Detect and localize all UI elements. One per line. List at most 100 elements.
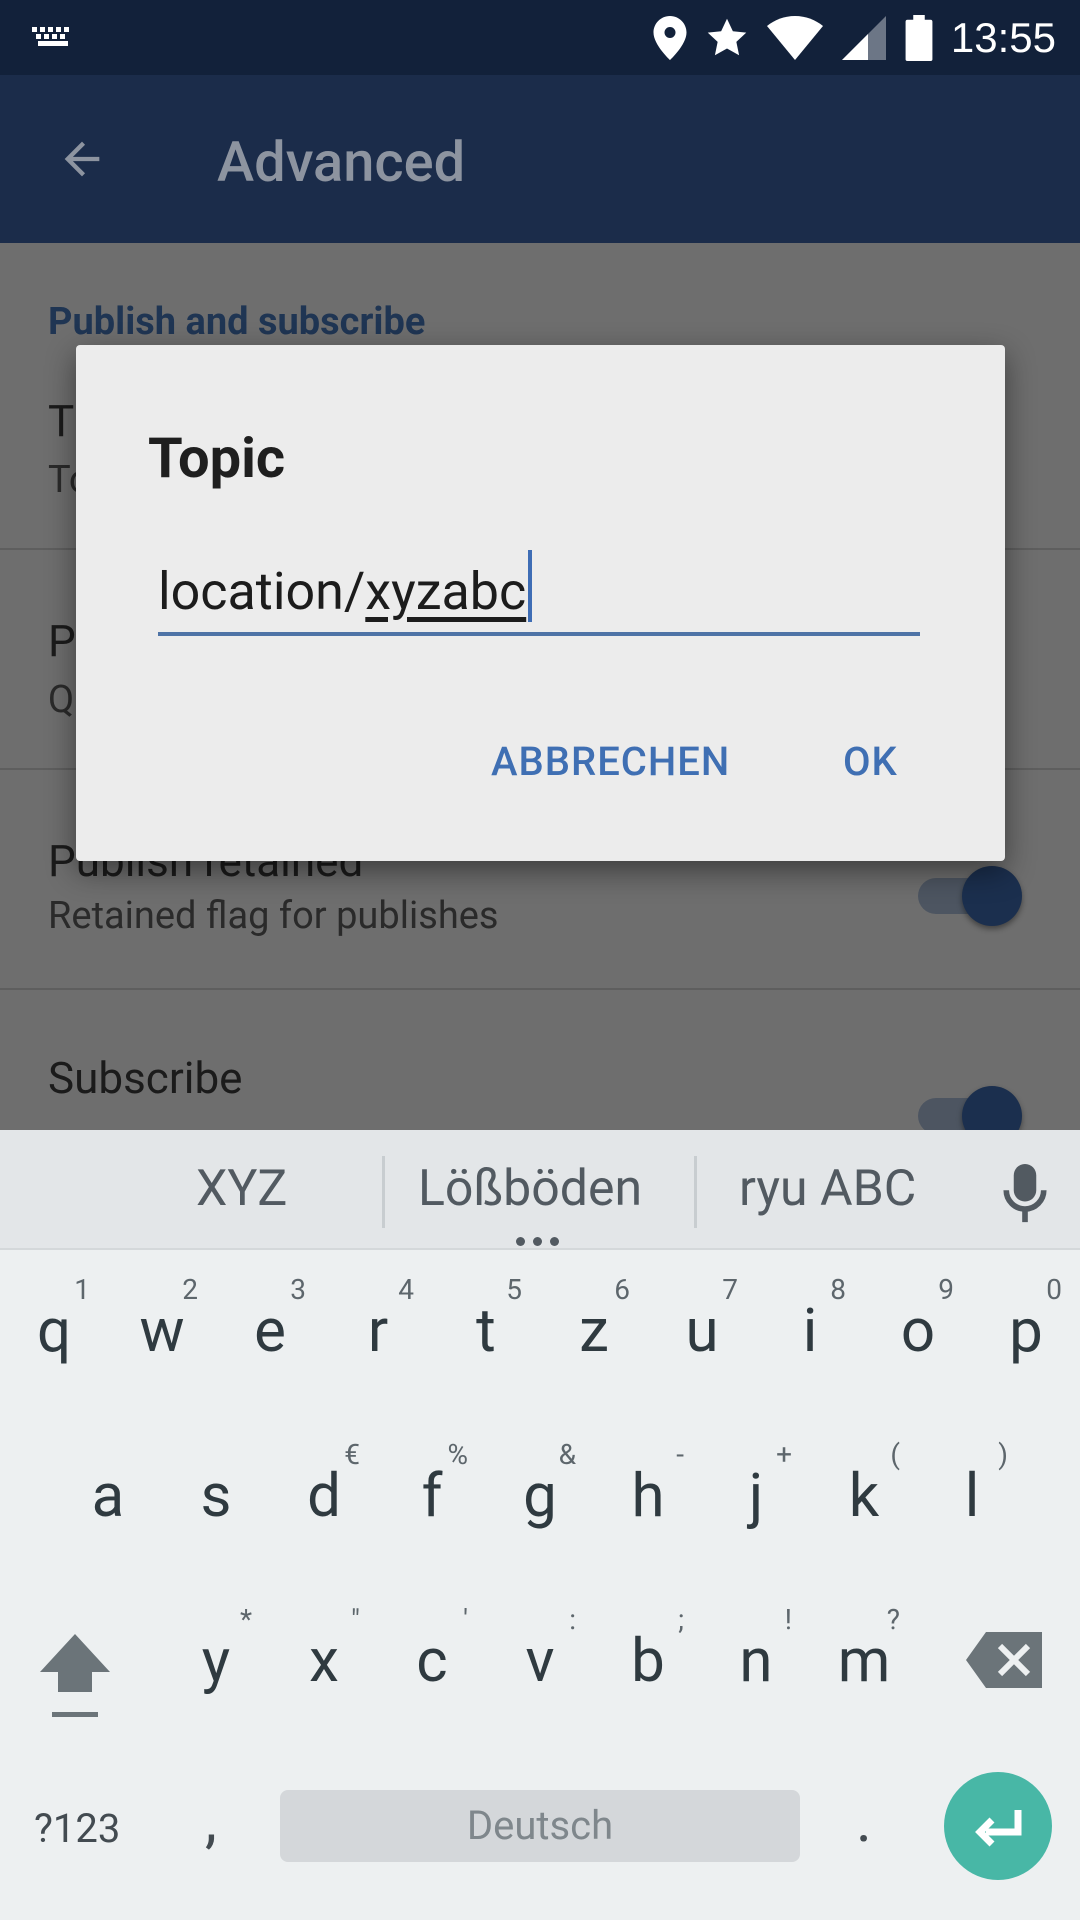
suggestion-center[interactable]: Lößböden: [418, 1160, 642, 1218]
key-hint: -: [676, 1438, 684, 1471]
key-label: u: [685, 1295, 719, 1366]
clock: 13:55: [950, 14, 1056, 61]
suggestion-left[interactable]: XYZ: [196, 1160, 287, 1218]
key-label: k: [848, 1460, 880, 1531]
key-u[interactable]: u7: [648, 1255, 756, 1405]
page-title: Advanced: [217, 129, 466, 195]
key-hint: 4: [398, 1273, 414, 1306]
key-hint: :: [569, 1603, 576, 1636]
comma-key[interactable]: ,: [205, 1785, 217, 1856]
key-j[interactable]: j +: [702, 1420, 810, 1570]
key-f[interactable]: f%: [378, 1420, 486, 1570]
subscribe-toggle[interactable]: [918, 1080, 1022, 1130]
key-label: s: [200, 1460, 232, 1531]
backspace-icon[interactable]: [966, 1632, 1042, 1688]
key-hint: 0: [1046, 1273, 1062, 1306]
key-hint: 8: [830, 1273, 846, 1306]
key-y[interactable]: y *: [162, 1585, 270, 1735]
ok-button[interactable]: OK: [843, 738, 898, 785]
key-d[interactable]: d €: [270, 1420, 378, 1570]
key-hint: 7: [722, 1273, 738, 1306]
signal-icon: [841, 16, 886, 60]
key-c[interactable]: c ': [378, 1585, 486, 1735]
key-l[interactable]: l): [918, 1420, 1026, 1570]
key-hint: ?: [886, 1603, 900, 1636]
key-label: h: [631, 1460, 665, 1531]
wifi-icon: [766, 16, 823, 60]
key-k[interactable]: k(: [810, 1420, 918, 1570]
key-w[interactable]: w2: [108, 1255, 216, 1405]
key-label: d: [307, 1460, 341, 1531]
key-a[interactable]: a: [54, 1420, 162, 1570]
key-label: x: [309, 1625, 339, 1696]
suggestion-right[interactable]: ryu ABC: [739, 1160, 916, 1218]
space-key[interactable]: Deutsch: [280, 1790, 800, 1862]
key-hint: ;: [678, 1603, 684, 1636]
key-hint: 6: [614, 1273, 630, 1306]
key-s[interactable]: s: [162, 1420, 270, 1570]
key-n[interactable]: n!: [702, 1585, 810, 1735]
key-i[interactable]: i8: [756, 1255, 864, 1405]
soft-keyboard: XYZ Lößböden ryu ABC q1w2e3r4t5z6u7i8o9p…: [0, 1130, 1080, 1920]
key-hint: €: [344, 1438, 360, 1471]
key-label: n: [739, 1625, 773, 1696]
pref-item-subscribe[interactable]: Subscribe: [0, 990, 1080, 1130]
key-label: j: [748, 1460, 764, 1531]
key-hint: 5: [506, 1273, 522, 1306]
key-hint: ): [998, 1438, 1008, 1471]
key-label: a: [91, 1460, 125, 1531]
app-bar: Advanced: [0, 75, 1080, 243]
key-label: v: [525, 1625, 555, 1696]
key-x[interactable]: x ": [270, 1585, 378, 1735]
key-label: m: [837, 1625, 891, 1696]
pref-summary: Retained flag for publishes: [48, 894, 499, 938]
key-hint: ': [463, 1603, 468, 1636]
key-t[interactable]: t5: [432, 1255, 540, 1405]
key-hint: 1: [74, 1273, 90, 1306]
key-hint: %: [447, 1438, 468, 1471]
key-label: o: [900, 1295, 936, 1366]
key-z[interactable]: z6: [540, 1255, 648, 1405]
key-v[interactable]: v:: [486, 1585, 594, 1735]
more-suggestions-icon[interactable]: [516, 1237, 559, 1246]
key-b[interactable]: b;: [594, 1585, 702, 1735]
key-hint: ": [351, 1603, 360, 1636]
key-r[interactable]: r4: [324, 1255, 432, 1405]
key-label: z: [579, 1295, 609, 1366]
status-bar: 13:55: [0, 0, 1080, 75]
key-m[interactable]: m?: [810, 1585, 918, 1735]
key-label: c: [416, 1625, 448, 1696]
key-e[interactable]: e3: [216, 1255, 324, 1405]
symbols-key[interactable]: ?123: [34, 1805, 120, 1852]
key-label: y: [201, 1625, 231, 1696]
pref-title: P: [48, 615, 76, 667]
battery-icon: [905, 15, 933, 61]
topic-dialog: Topic location/xyzabc ABBRECHEN OK: [76, 345, 1005, 861]
key-h[interactable]: h-: [594, 1420, 702, 1570]
key-label: t: [476, 1295, 496, 1366]
suggestion-strip: XYZ Lößböden ryu ABC: [0, 1130, 1080, 1250]
cancel-button[interactable]: ABBRECHEN: [491, 738, 730, 785]
key-label: b: [631, 1625, 665, 1696]
key-p[interactable]: p0: [972, 1255, 1080, 1405]
key-label: l: [964, 1460, 980, 1531]
period-key[interactable]: .: [856, 1785, 872, 1856]
shift-icon[interactable]: [38, 1630, 112, 1720]
microphone-icon[interactable]: [1002, 1164, 1048, 1224]
key-o[interactable]: o9: [864, 1255, 972, 1405]
dialog-title: Topic: [148, 425, 286, 491]
publish-retained-toggle[interactable]: [918, 860, 1022, 926]
key-label: r: [367, 1295, 389, 1366]
key-label: f: [421, 1460, 443, 1531]
topic-input[interactable]: location/xyzabc: [158, 550, 920, 636]
keyboard-icon: [32, 27, 74, 47]
key-label: i: [802, 1295, 818, 1366]
pref-title: Subscribe: [48, 1052, 243, 1104]
arrow-back-icon[interactable]: [56, 133, 108, 185]
key-label: w: [139, 1295, 185, 1366]
key-q[interactable]: q1: [0, 1255, 108, 1405]
key-label: e: [254, 1295, 286, 1366]
input-composing-text: xyzabc: [365, 561, 527, 622]
key-g[interactable]: g &: [486, 1420, 594, 1570]
enter-key[interactable]: [944, 1772, 1052, 1880]
